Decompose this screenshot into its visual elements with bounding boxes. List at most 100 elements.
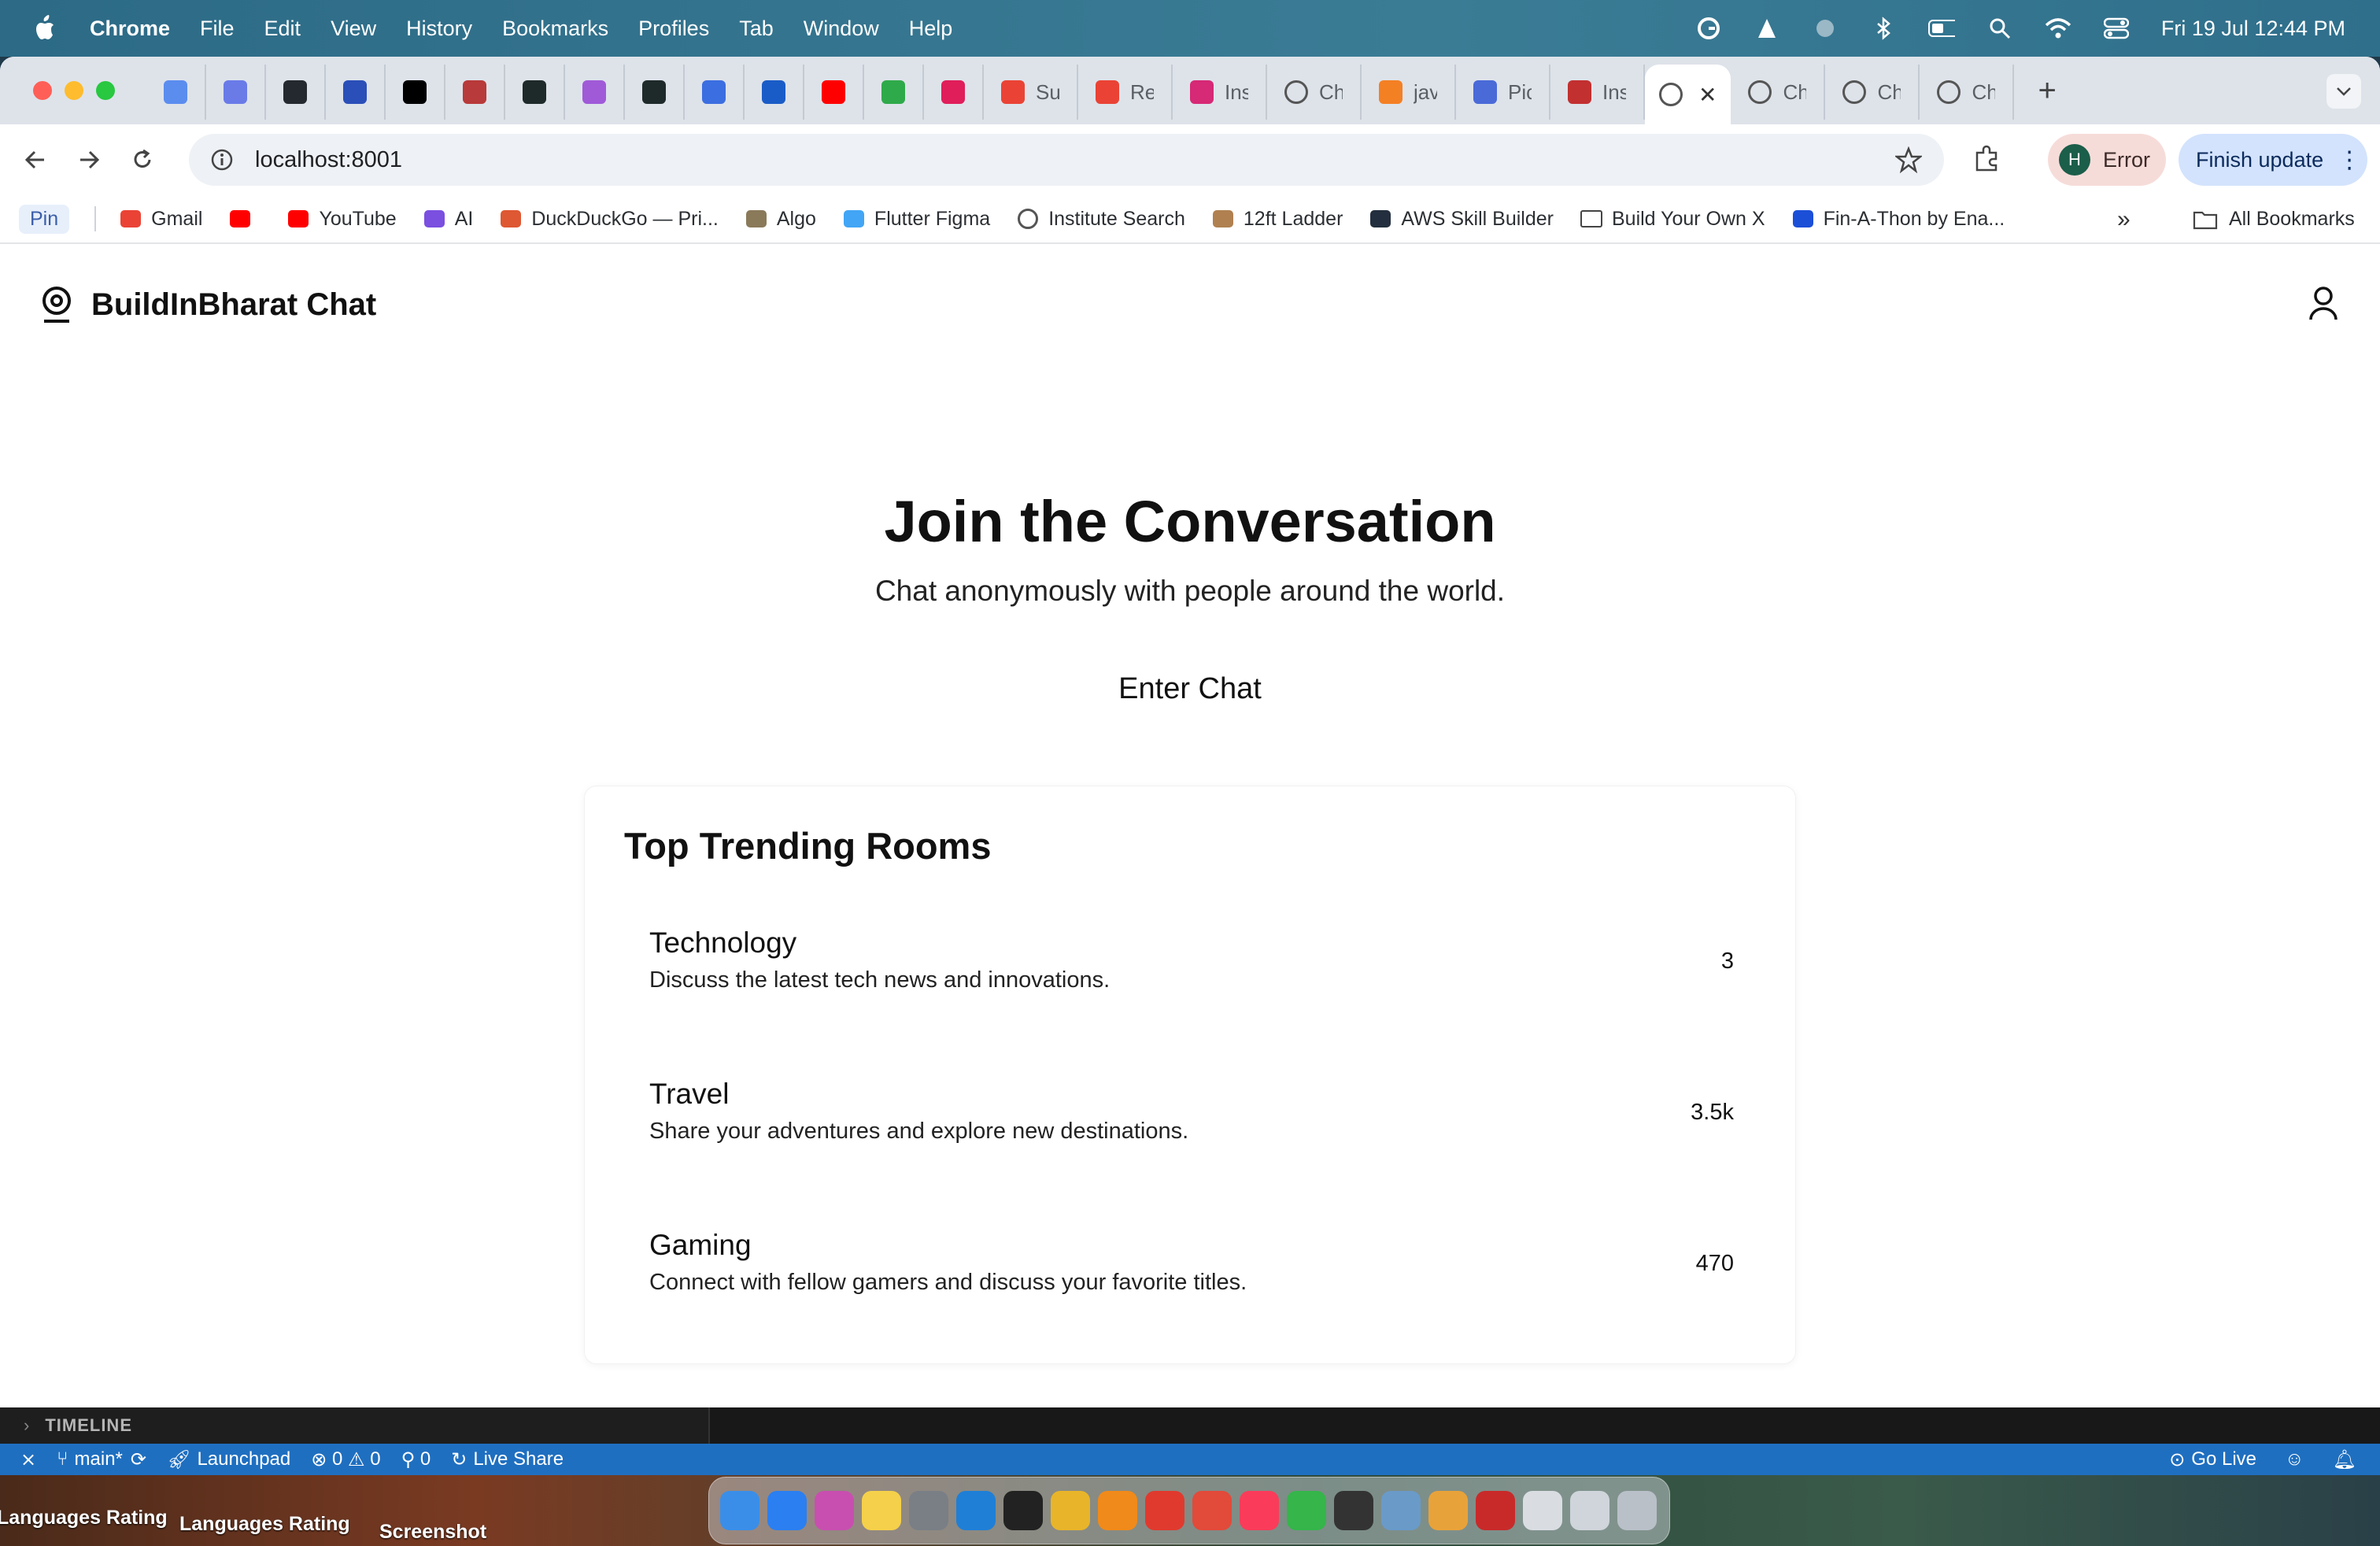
menu-tab[interactable]: Tab: [739, 17, 774, 41]
grammarly-icon[interactable]: [1695, 15, 1722, 42]
tab[interactable]: [146, 65, 206, 120]
room-item-travel[interactable]: Travel Share your adventures and explore…: [649, 1078, 1734, 1196]
terminal-panel[interactable]: [708, 1407, 2380, 1444]
ports-item[interactable]: ⚲ 0: [401, 1448, 431, 1471]
tab[interactable]: Ch: [1267, 65, 1362, 120]
preview-icon[interactable]: [1381, 1491, 1421, 1530]
minimize-window-button[interactable]: [65, 81, 83, 100]
menu-edit[interactable]: Edit: [264, 17, 301, 41]
user-account-icon[interactable]: [2306, 285, 2341, 323]
back-arrow-icon[interactable]: [17, 142, 54, 178]
battery-icon[interactable]: [1927, 15, 1955, 42]
close-window-button[interactable]: [33, 81, 52, 100]
tab-search-chevron-icon[interactable]: [2326, 74, 2361, 109]
photo-app-icon[interactable]: [1428, 1491, 1468, 1530]
document-thumbnail-icon[interactable]: [1570, 1491, 1609, 1530]
profile-error-button[interactable]: H Error: [2048, 134, 2166, 186]
site-info-icon[interactable]: [206, 144, 238, 176]
bookmark-item[interactable]: AI: [423, 208, 473, 231]
enter-chat-button[interactable]: Enter Chat: [1096, 661, 1284, 716]
tab[interactable]: Ch: [1731, 65, 1826, 120]
tab[interactable]: [565, 65, 625, 120]
menu-bookmarks[interactable]: Bookmarks: [502, 17, 608, 41]
menu-view[interactable]: View: [331, 17, 376, 41]
reload-icon[interactable]: [124, 142, 161, 178]
vscode-icon[interactable]: [956, 1491, 996, 1530]
chrome-icon[interactable]: [1051, 1491, 1090, 1530]
desktop-file-label[interactable]: Languages Rating: [179, 1513, 350, 1536]
close-tab-icon[interactable]: ✕: [1698, 82, 1717, 108]
tab[interactable]: Ins: [1173, 65, 1267, 120]
opera-icon[interactable]: [1145, 1491, 1184, 1530]
bookmark-item[interactable]: Institute Search: [1017, 208, 1185, 231]
tab[interactable]: [445, 65, 505, 120]
git-branch-item[interactable]: ⑂ main* ⟳: [57, 1448, 146, 1471]
tab[interactable]: Pic: [1456, 65, 1550, 120]
bookmark-item[interactable]: [229, 208, 261, 230]
music-icon[interactable]: [1240, 1491, 1279, 1530]
go-live-item[interactable]: ⊙ Go Live: [2169, 1448, 2256, 1471]
url-text[interactable]: localhost:8001: [255, 147, 402, 173]
bookmark-item[interactable]: YouTube: [287, 208, 397, 231]
safari-icon[interactable]: [767, 1491, 807, 1530]
bookmark-item[interactable]: Build Your Own X: [1580, 208, 1765, 231]
site-brand[interactable]: BuildInBharat Chat: [39, 285, 376, 324]
menu-window[interactable]: Window: [804, 17, 879, 41]
bookmark-item[interactable]: Fin-A-Thon by Ena...: [1792, 208, 2005, 231]
tab[interactable]: [685, 65, 745, 120]
menu-help[interactable]: Help: [909, 17, 953, 41]
tab[interactable]: [625, 65, 685, 120]
tab[interactable]: Re: [1078, 65, 1173, 120]
tab[interactable]: [206, 65, 266, 120]
tab[interactable]: [266, 65, 326, 120]
clock-icon[interactable]: [1334, 1491, 1373, 1530]
menu-history[interactable]: History: [406, 17, 472, 41]
forward-arrow-icon[interactable]: [71, 142, 107, 178]
control-center-icon[interactable]: [2103, 15, 2130, 42]
extensions-puzzle-icon[interactable]: [1969, 142, 2004, 176]
trash-icon[interactable]: [1617, 1491, 1657, 1530]
tab[interactable]: Ch: [1920, 65, 2015, 120]
system-settings-icon[interactable]: [909, 1491, 948, 1530]
all-bookmarks-button[interactable]: All Bookmarks: [2193, 208, 2355, 231]
vlc-dock-icon[interactable]: [1098, 1491, 1137, 1530]
bookmark-item[interactable]: DuckDuckGo — Pri...: [500, 208, 719, 231]
apple-icon[interactable]: [30, 13, 58, 44]
finish-update-button[interactable]: Finish update ⋮: [2179, 134, 2367, 186]
launchpad-item[interactable]: 🚀︎ Launchpad: [167, 1448, 290, 1471]
tab[interactable]: [804, 65, 864, 120]
bookmark-item[interactable]: Gmail: [120, 208, 202, 231]
notification-bell-icon[interactable]: 🔔︎: [2333, 1448, 2356, 1471]
tab[interactable]: [386, 65, 445, 120]
code-app-icon[interactable]: [1476, 1491, 1515, 1530]
bluetooth-icon[interactable]: [1870, 15, 1897, 42]
bookmark-item[interactable]: Algo: [745, 208, 816, 231]
shield-icon[interactable]: [1812, 15, 1839, 42]
copilot-icon[interactable]: ☺: [2285, 1448, 2304, 1470]
pin-bookmark[interactable]: Pin: [19, 204, 70, 234]
chevron-right-icon[interactable]: ›: [24, 1415, 29, 1436]
menu-profiles[interactable]: Profiles: [638, 17, 709, 41]
notes-icon[interactable]: [862, 1491, 901, 1530]
address-bar[interactable]: localhost:8001: [189, 134, 1944, 186]
room-item-technology[interactable]: Technology Discuss the latest tech news …: [649, 926, 1734, 1045]
tab[interactable]: Ins: [1550, 65, 1645, 120]
spotlight-search-icon[interactable]: [1986, 15, 2013, 42]
tab-active[interactable]: ✕: [1645, 65, 1731, 124]
tab[interactable]: [326, 65, 386, 120]
tab[interactable]: Ch: [1825, 65, 1920, 120]
room-item-gaming[interactable]: Gaming Connect with fellow gamers and di…: [649, 1229, 1734, 1347]
wifi-icon[interactable]: [2045, 15, 2071, 42]
anydesk-icon[interactable]: [1192, 1491, 1232, 1530]
tab[interactable]: [505, 65, 565, 120]
menu-file[interactable]: File: [200, 17, 235, 41]
document-thumbnail-icon[interactable]: [1523, 1491, 1562, 1530]
tab[interactable]: [864, 65, 924, 120]
desktop-file-label[interactable]: Screenshot: [379, 1521, 486, 1544]
bookmark-item[interactable]: AWS Skill Builder: [1369, 208, 1554, 231]
bookmark-item[interactable]: Flutter Figma: [843, 208, 990, 231]
new-tab-plus-icon[interactable]: +: [2038, 73, 2056, 109]
vlc-icon[interactable]: [1754, 15, 1780, 42]
tab[interactable]: [924, 65, 984, 120]
maximize-window-button[interactable]: [96, 81, 115, 100]
